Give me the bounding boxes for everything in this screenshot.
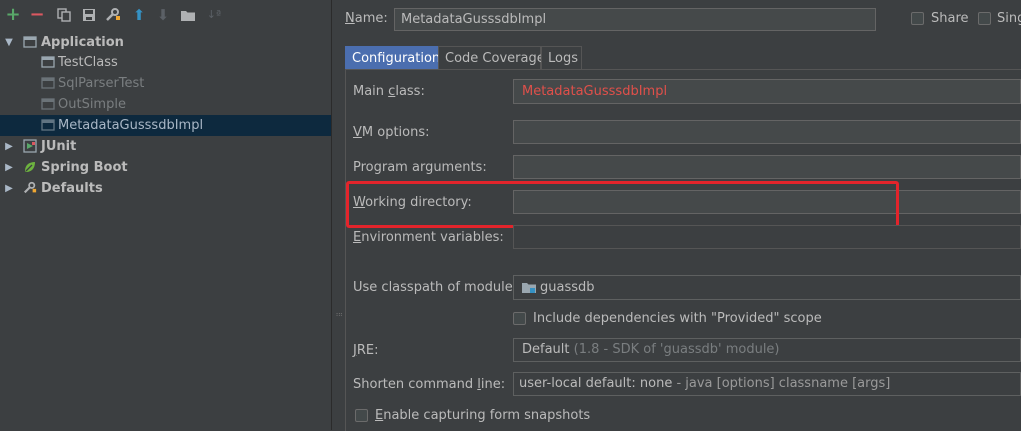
single-instance-label: Sing [997, 11, 1021, 26]
include-dependencies-label: Include dependencies with "Provided" sco… [533, 311, 822, 326]
classpath-module-value: guassdb [540, 280, 595, 295]
sidebar-toolbar: + − ⬆ ⬇ ↓ª [0, 0, 331, 32]
jre-select[interactable]: Default (1.8 - SDK of 'guassdb' module) [513, 338, 1021, 362]
run-config-sidebar: + − ⬆ ⬇ ↓ª ▼ Application TestClass SqlPa… [0, 0, 332, 430]
main-class-label: Main class: [353, 84, 425, 99]
environment-variables-field[interactable] [513, 225, 1021, 249]
name-label: Name: [345, 11, 388, 26]
wrench-icon[interactable] [104, 6, 122, 24]
shorten-command-line-select[interactable]: user-local default: none - java [options… [513, 372, 1021, 396]
jre-label: JRE: [353, 343, 379, 358]
main-class-value: MetadataGusssdbImpl [522, 84, 668, 99]
folder-icon[interactable] [179, 6, 197, 24]
tree-item-spring-boot[interactable]: ▶ Spring Boot [0, 157, 331, 178]
tab-configuration[interactable]: Configuration [345, 46, 440, 70]
main-class-field[interactable]: MetadataGusssdbImpl [513, 79, 1021, 104]
module-folder-icon [522, 283, 536, 293]
enable-capturing-checkbox[interactable] [355, 409, 368, 422]
chevron-down-icon[interactable]: ▼ [3, 37, 15, 48]
application-icon [41, 56, 55, 68]
chevron-right-icon[interactable]: ▶ [3, 183, 15, 194]
highlight-box [346, 181, 899, 228]
copy-icon[interactable] [55, 6, 73, 24]
tree-label: Application [41, 35, 124, 50]
tree-item-sqlparsertest[interactable]: SqlParserTest [0, 73, 331, 94]
shorten-command-line-value: user-local default: none - java [options… [519, 376, 891, 391]
remove-icon[interactable]: − [28, 6, 46, 24]
vm-options-field[interactable] [513, 120, 1021, 144]
splitter-handle[interactable]: ⁝⁝ [333, 312, 343, 316]
junit-icon [23, 139, 37, 153]
tree-item-metadatagusssdbimpl[interactable]: MetadataGusssdbImpl [0, 115, 331, 136]
add-icon[interactable]: + [4, 6, 22, 24]
name-input[interactable]: MetadataGusssdbImpl [394, 8, 876, 31]
tree-item-testclass[interactable]: TestClass [0, 52, 331, 73]
single-instance-checkbox[interactable] [978, 12, 991, 25]
tree-item-junit[interactable]: ▶ JUnit [0, 136, 331, 157]
move-up-icon[interactable]: ⬆ [130, 6, 148, 24]
spring-boot-icon [25, 162, 35, 172]
tree-item-application[interactable]: ▼ Application [0, 32, 331, 53]
tree-label: OutSimple [58, 97, 126, 112]
application-icon [41, 98, 55, 110]
share-checkbox[interactable] [911, 12, 924, 25]
enable-capturing-label: Enable capturing form snapshots [375, 408, 591, 423]
tab-code-coverage[interactable]: Code Coverage [438, 46, 545, 70]
tree-label: SqlParserTest [58, 76, 145, 91]
save-icon[interactable] [80, 6, 98, 24]
move-down-icon[interactable]: ⬇ [154, 6, 172, 24]
chevron-right-icon[interactable]: ▶ [3, 162, 15, 173]
application-icon [23, 36, 37, 48]
vm-options-label: VM options: [353, 125, 430, 140]
chevron-right-icon[interactable]: ▶ [3, 141, 15, 152]
program-arguments-label: Program arguments: [353, 160, 487, 175]
program-arguments-field[interactable] [513, 155, 1021, 179]
application-icon [41, 77, 55, 89]
environment-variables-label: Environment variables: [353, 230, 504, 245]
share-label: Share [931, 11, 969, 26]
wrench-icon [23, 181, 37, 194]
jre-value: Default (1.8 - SDK of 'guassdb' module) [522, 342, 780, 357]
application-icon [41, 119, 55, 131]
tree-item-outsimple[interactable]: OutSimple [0, 94, 331, 115]
include-dependencies-checkbox[interactable] [513, 312, 526, 325]
sort-icon[interactable]: ↓ª [205, 6, 223, 24]
tree-label: MetadataGusssdbImpl [58, 118, 204, 133]
classpath-module-label: Use classpath of module: [353, 280, 518, 295]
classpath-module-select[interactable]: guassdb [513, 275, 1021, 300]
tree-label: TestClass [58, 55, 118, 70]
shorten-command-line-label: Shorten command line: [353, 377, 506, 392]
tree-label: Spring Boot [41, 160, 128, 175]
tree-label: Defaults [41, 181, 103, 196]
tree-item-defaults[interactable]: ▶ Defaults [0, 178, 331, 199]
tree-label: JUnit [41, 139, 77, 154]
tab-logs[interactable]: Logs [541, 46, 582, 70]
